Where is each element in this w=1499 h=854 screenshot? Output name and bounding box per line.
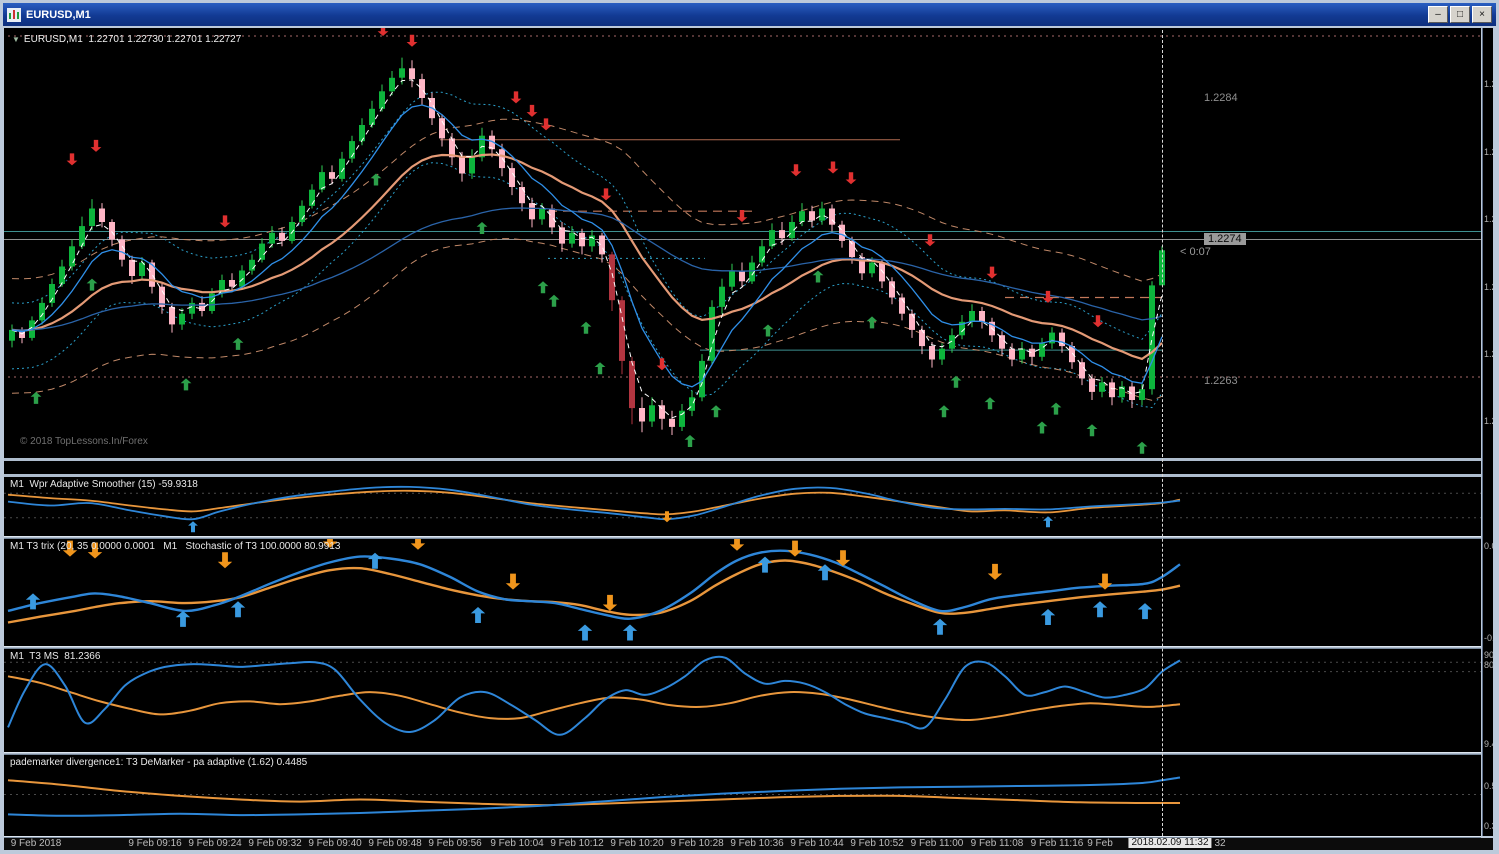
candlestick-chart-canvas[interactable] (4, 28, 1481, 458)
axis-scale-label: 0.0 (1484, 541, 1493, 551)
time-axis-label: 9 Feb 09:24 (188, 838, 242, 849)
axis-scale-label: 1.2280 (1484, 147, 1493, 157)
panel-splitter[interactable] (4, 458, 1481, 477)
time-axis-label: 9 Feb 09:56 (428, 838, 482, 849)
axis-scale-label: 9.4 (1484, 739, 1493, 749)
price-level-label: 1.2263 (1204, 375, 1238, 387)
close-button[interactable]: × (1472, 6, 1492, 23)
indicator-panel-wpr[interactable]: M1 Wpr Adaptive Smoother (15) -59.9318 (4, 477, 1481, 536)
axis-scale-label: 1.2270 (1484, 282, 1493, 292)
time-axis[interactable]: 9 Feb 2018 9 Feb 09:16 9 Feb 09:24 9 Feb 09… (4, 838, 1493, 850)
indicator-panel-demarker[interactable]: pademarker divergence1: T3 DeMarker - pa… (4, 755, 1481, 836)
ohlc-text: EURUSD,M1 1.22701 1.22730 1.22701 1.2272… (23, 34, 242, 45)
axis-scale-label: 1.2260 (1484, 416, 1493, 426)
time-axis-label: 9 Feb 10:20 (610, 838, 664, 849)
wpr-panel-label: M1 Wpr Adaptive Smoother (15) -59.9318 (10, 479, 198, 490)
window-title: EURUSD,M1 (26, 8, 91, 21)
symbol-dropdown-icon[interactable]: ▼ (12, 35, 20, 44)
time-axis-label: 9 Feb 09:32 (248, 838, 302, 849)
time-axis-label: 9 Feb 09:16 (128, 838, 182, 849)
time-axis-label: 9 Feb 2018 (10, 838, 62, 849)
current-bar-marker-line (1162, 30, 1163, 836)
app-chart-icon (7, 7, 21, 22)
main-chart[interactable]: ▼ EURUSD,M1 1.22701 1.22730 1.22701 1.227… (4, 28, 1481, 458)
time-axis-label: 9 Feb 11:00 (910, 838, 964, 849)
time-axis-label: 9 Feb 10:52 (850, 838, 904, 849)
time-axis-label: 9 Feb 10:44 (790, 838, 844, 849)
demarker-panel-label: pademarker divergence1: T3 DeMarker - pa… (10, 757, 308, 768)
axis-scale-label: 0.5 (1484, 781, 1493, 791)
time-axis-label: 9 Feb 09:40 (308, 838, 362, 849)
time-axis-label: 9 Feb 10:36 (730, 838, 784, 849)
trix-panel-canvas (7, 539, 1181, 641)
axis-scale-label: 1.2265 (1484, 349, 1493, 359)
price-level-label: 1.2274 (1204, 233, 1246, 245)
trix-panel-label: M1 T3 trix (20, 35 0.0000 0.0001 M1 Stoc… (10, 541, 341, 552)
watermark: © 2018 TopLessons.In/Forex (20, 436, 148, 447)
time-axis-label: 9 Feb 09:48 (368, 838, 422, 849)
time-axis-label: 9 Feb 11:16 (1030, 838, 1084, 849)
axis-scale-label: 90 (1484, 650, 1493, 660)
wpr-panel-canvas (4, 485, 1481, 533)
time-axis-label: 9 Feb 10:12 (550, 838, 604, 849)
time-axis-label: 9 Feb (1087, 838, 1113, 849)
time-axis-label: 9 Feb 10:04 (490, 838, 544, 849)
t3ms-panel-label: M1 T3 MS 81.2366 (10, 651, 101, 662)
application-window: EURUSD,M1 – □ × ▼ EURUSD,M1 1.22701 1.227… (0, 0, 1499, 854)
axis-scale-label: -0.0 (1484, 633, 1493, 643)
time-axis-label: 9 Feb 10:28 (670, 838, 724, 849)
chart-ohlc-label: ▼ EURUSD,M1 1.22701 1.22730 1.22701 1.227… (12, 34, 241, 45)
price-axis[interactable]: 1.2285 1.2280 1.2275 1.2270 1.2265 1.2260 0.0 -… (1482, 28, 1493, 836)
restore-button[interactable]: □ (1450, 6, 1470, 23)
t3ms-panel-canvas (4, 655, 1481, 736)
time-axis-label: 9 Feb 11:08 (970, 838, 1024, 849)
axis-scale-label: 80 (1484, 660, 1493, 670)
minimize-button[interactable]: – (1428, 6, 1448, 23)
indicator-panel-t3ms[interactable]: M1 T3 MS 81.2366 (4, 649, 1481, 752)
axis-scale-label: 1.2285 (1484, 79, 1493, 89)
window-titlebar[interactable]: EURUSD,M1 – □ × (3, 3, 1496, 26)
current-time-highlight: 2018.02.09 11:32 (1128, 838, 1212, 848)
candle-countdown: < 0:07 (1180, 246, 1211, 258)
time-axis-label: 32 (1214, 838, 1226, 849)
indicator-panel-trix-stochastic[interactable]: M1 T3 trix (20, 35 0.0000 0.0001 M1 Stoc… (4, 539, 1481, 646)
axis-scale-label: 0.3 (1484, 821, 1493, 831)
price-level-label: 1.2284 (1204, 92, 1238, 104)
axis-scale-label: 1.2275 (1484, 214, 1493, 224)
